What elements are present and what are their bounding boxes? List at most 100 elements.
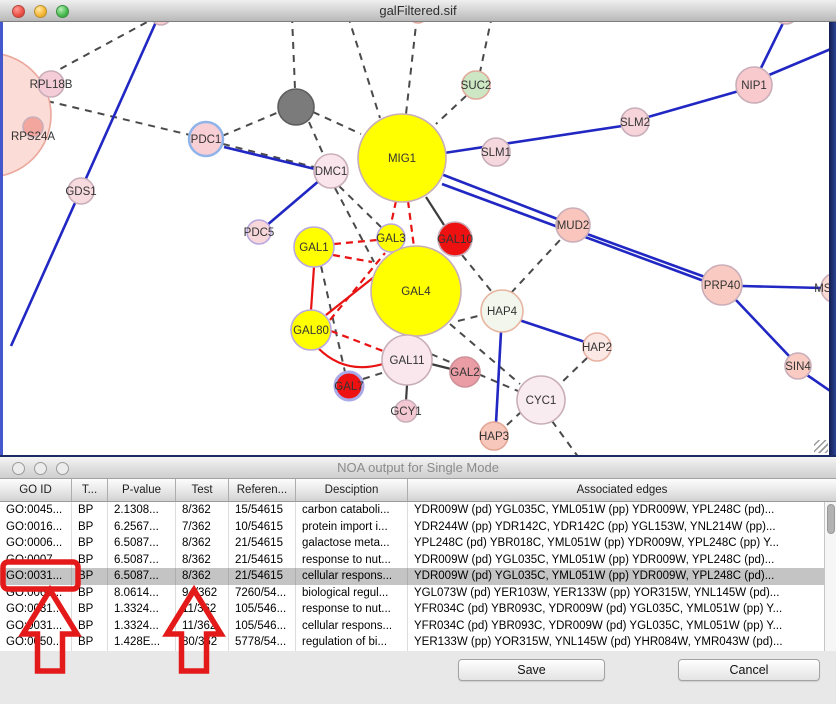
table-row[interactable]: GO:0065...BP8.0614...94/3627260/54...bio… <box>0 585 824 602</box>
node-label: GAL7 <box>334 381 363 393</box>
node-large-left[interactable] <box>3 53 51 177</box>
network-edge[interactable] <box>552 421 579 455</box>
table-row[interactable]: GO:0045...BP2.1308...8/36215/54615carbon… <box>0 502 824 519</box>
cell-test: 8/362 <box>176 568 229 585</box>
cell-edges: YDR009W (pd) YGL035C, YML051W (pp) YDR00… <box>408 568 824 585</box>
network-edge[interactable] <box>426 197 444 225</box>
scrollbar-thumb[interactable] <box>827 504 835 534</box>
network-edge[interactable] <box>742 286 822 288</box>
resize-grip[interactable] <box>814 440 828 453</box>
cell-p_value: 1.428E... <box>108 634 176 651</box>
network-edge[interactable] <box>648 91 739 117</box>
close-button[interactable] <box>12 5 25 18</box>
network-edge[interactable] <box>266 180 320 226</box>
column-header-referen[interactable]: Referen... <box>229 479 296 501</box>
node-label: GAL11 <box>390 355 425 367</box>
table-body: GO:0045...BP2.1308...8/36215/54615carbon… <box>0 502 824 651</box>
cell-type: BP <box>72 585 108 602</box>
network-edge[interactable] <box>507 412 521 425</box>
node-label: PDC5 <box>244 227 275 239</box>
network-edge[interactable] <box>519 320 585 342</box>
cell-edges: YDR009W (pd) YGL035C, YML051W (pp) YDR00… <box>408 552 824 569</box>
save-button[interactable]: Save <box>458 659 605 681</box>
network-edge[interactable] <box>334 240 377 244</box>
network-edge[interactable] <box>496 332 501 423</box>
table-row[interactable]: GO:0006...BP6.5087...8/36221/54615galact… <box>0 535 824 552</box>
network-edge[interactable] <box>222 112 279 136</box>
network-edge[interactable] <box>391 201 396 224</box>
network-titlebar[interactable]: galFiltered.sif <box>0 0 836 22</box>
network-edge[interactable] <box>333 255 372 262</box>
node-gray-node[interactable] <box>278 89 314 125</box>
table-row[interactable]: GO:0031...BP6.5087...8/36221/54615cellul… <box>0 568 824 585</box>
network-edge[interactable] <box>309 122 324 156</box>
column-header-associatededges[interactable]: Associated edges <box>408 479 836 501</box>
network-edge[interactable] <box>511 240 560 293</box>
network-edge[interactable] <box>560 358 587 384</box>
network-edge[interactable] <box>224 147 315 169</box>
network-edge[interactable] <box>480 22 492 72</box>
network-edge[interactable] <box>363 372 385 379</box>
network-edge[interactable] <box>408 201 414 247</box>
cancel-button[interactable]: Cancel <box>678 659 820 681</box>
network-edge[interactable] <box>761 22 786 68</box>
table-row[interactable]: GO:0031...BP1.3324...11/362105/546...res… <box>0 601 824 618</box>
network-edge[interactable] <box>292 22 295 89</box>
cell-type: BP <box>72 634 108 651</box>
column-header-desciption[interactable]: Desciption <box>296 479 408 501</box>
table-row[interactable]: GO:0050...BP1.428E...80/3625778/54...reg… <box>0 634 824 651</box>
network-edge[interactable] <box>223 144 314 167</box>
node-label: GAL2 <box>450 367 479 379</box>
column-header-t[interactable]: T... <box>72 479 108 501</box>
cell-go_id: GO:0006... <box>0 535 72 552</box>
minimize-button[interactable] <box>34 462 47 475</box>
column-header-test[interactable]: Test <box>176 479 229 501</box>
column-header-pvalue[interactable]: P-value <box>108 479 176 501</box>
network-edge[interactable] <box>313 112 361 134</box>
network-edge[interactable] <box>406 385 407 401</box>
node-label: GAL10 <box>437 234 473 246</box>
close-button[interactable] <box>12 462 25 475</box>
cell-description: carbon cataboli... <box>296 502 408 519</box>
network-edge[interactable] <box>769 46 836 75</box>
network-edge[interactable] <box>441 174 560 220</box>
table-row[interactable]: GO:0007...BP6.5087...8/36221/54615respon… <box>0 552 824 569</box>
network-edge[interactable] <box>436 96 466 124</box>
cell-reference: 105/546... <box>229 618 296 635</box>
network-edge[interactable] <box>348 22 380 118</box>
network-edge[interactable] <box>458 315 482 321</box>
node-label: SIN4 <box>785 361 811 373</box>
zoom-button[interactable] <box>56 462 69 475</box>
network-edge[interactable] <box>735 299 790 357</box>
network-edge[interactable] <box>49 22 173 75</box>
table-row[interactable]: GO:0031...BP1.3324...11/362105/546...cel… <box>0 618 824 635</box>
node-label: GCY1 <box>390 406 421 418</box>
noa-titlebar[interactable]: NOA output for Single Mode <box>0 457 836 479</box>
minimize-button[interactable] <box>34 5 47 18</box>
network-edge[interactable] <box>318 348 383 367</box>
cell-reference: 21/54615 <box>229 552 296 569</box>
network-edge[interactable] <box>326 277 374 315</box>
table-scrollbar[interactable] <box>824 502 836 651</box>
network-edge[interactable] <box>444 126 622 153</box>
cell-edges: YDR244W (pp) YDR142C, YDR142C (pp) YGL15… <box>408 519 824 536</box>
node-label: GAL1 <box>299 242 328 254</box>
network-edge[interactable] <box>311 267 314 310</box>
cell-go_id: GO:0031... <box>0 618 72 635</box>
network-edge[interactable] <box>335 188 374 262</box>
network-edge[interactable] <box>431 364 451 369</box>
node-label: MUD2 <box>557 220 590 232</box>
zoom-button[interactable] <box>56 5 69 18</box>
node-cut-top-2[interactable] <box>774 22 798 24</box>
network-edge[interactable] <box>587 234 705 277</box>
column-header-goid[interactable]: GO ID <box>0 479 72 501</box>
table-row[interactable]: GO:0016...BP6.2567...7/36210/54615protei… <box>0 519 824 536</box>
network-edge[interactable] <box>406 22 417 114</box>
cell-p_value: 8.0614... <box>108 585 176 602</box>
network-canvas[interactable]: RPL18BRPS24AGDS1PDC1PDC5MIG1DMC1SUC2SLM1… <box>0 22 836 455</box>
cell-test: 8/362 <box>176 502 229 519</box>
node-cut-top-green[interactable] <box>409 22 427 23</box>
cell-edges: YFR034C (pd) YBR093C, YDR009W (pd) YGL03… <box>408 618 824 635</box>
network-edge[interactable] <box>462 255 492 292</box>
cell-type: BP <box>72 601 108 618</box>
